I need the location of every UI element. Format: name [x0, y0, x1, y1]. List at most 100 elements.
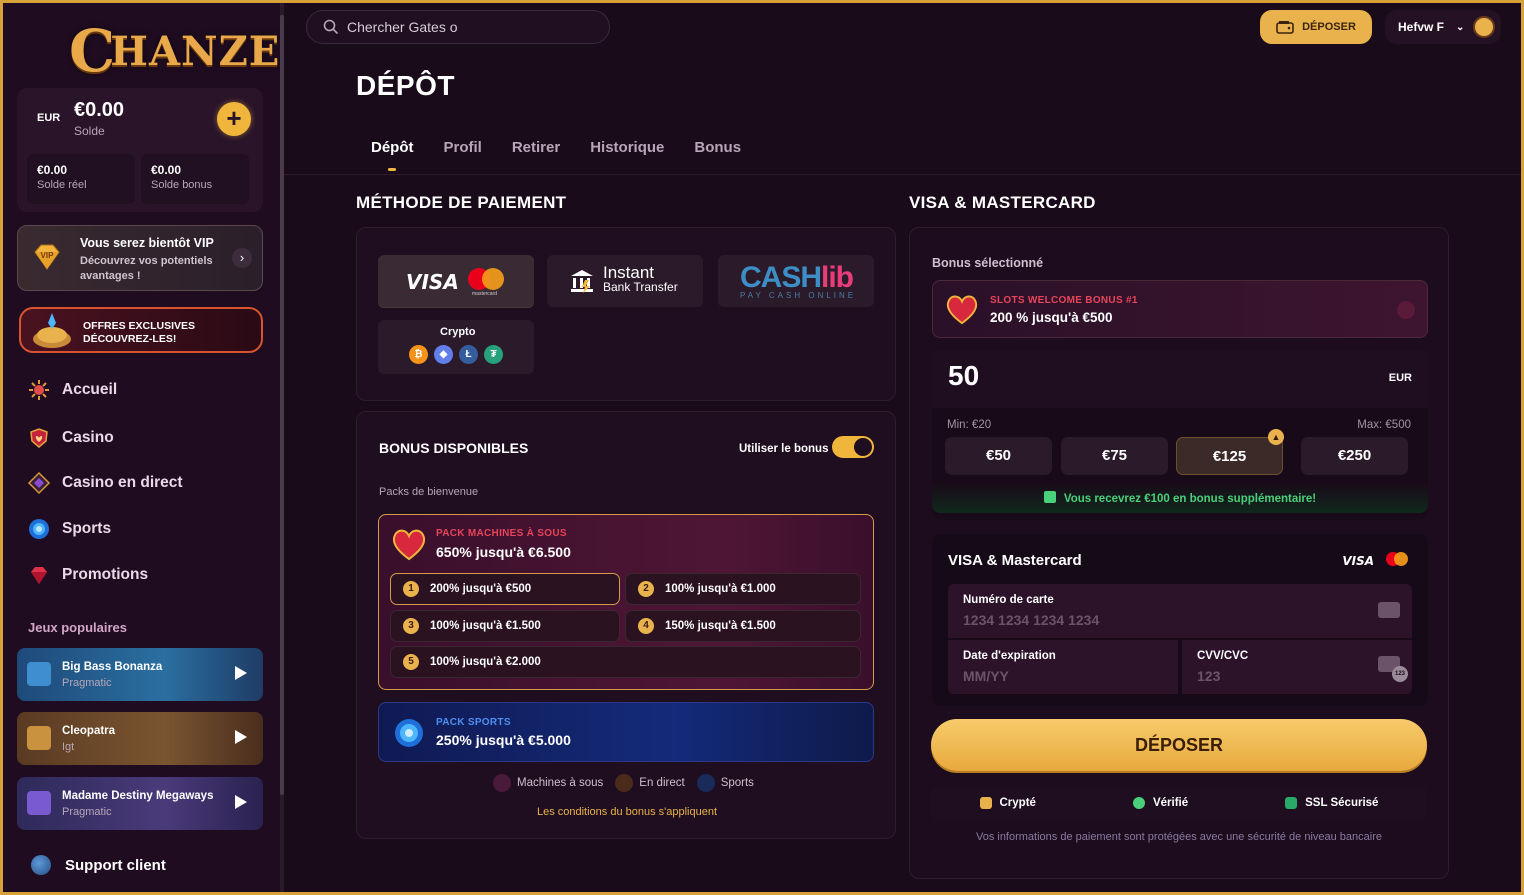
real-balance: €0.00 Solde réel — [27, 154, 135, 204]
game-card-madame-destiny-megaways[interactable]: Madame Destiny Megaways Pragmatic — [17, 777, 263, 830]
mastercard-icon — [468, 268, 504, 290]
play-icon[interactable] — [235, 795, 247, 809]
vip-banner[interactable]: VIP Vous serez bientôt VIP Découvrez vos… — [17, 225, 263, 291]
app-window: CHANZE EUR €0.00 Solde + €0.00 Solde rée… — [3, 3, 1521, 892]
tab-bonus[interactable]: Bonus — [679, 139, 756, 171]
heart-icon — [392, 529, 426, 561]
expiry-field[interactable]: Date d'expiration MM/YY — [948, 640, 1178, 694]
instant-bank-transfer-method[interactable]: Instant Bank Transfer — [547, 255, 703, 307]
sports-pack[interactable]: PACK SPORTS 250% jusqu'à €5.000 — [378, 702, 874, 762]
home-icon — [29, 380, 49, 400]
bonus-tier-1[interactable]: 1 200% jusqu'à €500 — [390, 573, 620, 605]
sidebar-item-accueil[interactable]: Accueil — [27, 376, 117, 404]
brand-logo[interactable]: CHANZE — [69, 11, 280, 85]
bonus-extra-banner: Vous recevrez €100 en bonus supplémentai… — [932, 483, 1428, 513]
tab-historique[interactable]: Historique — [575, 139, 679, 171]
sidebar-item-sports[interactable]: Sports — [27, 515, 111, 543]
mastercard-text: mastercard — [472, 291, 498, 297]
popular-games-heading: Jeux populaires — [28, 620, 127, 635]
game-title: Big Bass Bonanza — [62, 661, 163, 673]
exclusive-offers-banner[interactable]: OFFRES EXCLUSIVES DÉCOUVREZ-LES! — [19, 307, 263, 353]
offers-line-1: OFFRES EXCLUSIVES — [83, 320, 196, 332]
support-link[interactable]: Support client — [31, 855, 166, 875]
wallet-currency: EUR — [37, 112, 61, 124]
bonus-terms-link[interactable]: Les conditions du bonus s'appliquent — [357, 806, 897, 818]
card-number-field[interactable]: Numéro de carte 1234 1234 1234 1234 — [948, 584, 1412, 638]
sidebar-item-casino-en-direct[interactable]: Casino en direct — [27, 469, 183, 497]
game-card-cleopatra[interactable]: Cleopatra Igt — [17, 712, 263, 765]
card-number-label: Numéro de carte — [963, 594, 1054, 606]
wallet-icon — [1276, 21, 1294, 34]
bonus-tier-2[interactable]: 2 100% jusqu'à €1.000 — [625, 573, 861, 605]
chevron-right-icon[interactable]: › — [232, 248, 252, 268]
real-balance-value: €0.00 — [37, 163, 68, 177]
add-funds-button[interactable]: + — [217, 102, 251, 136]
visa-mastercard-method[interactable]: VISA mastercard — [378, 255, 534, 307]
sidebar: CHANZE EUR €0.00 Solde + €0.00 Solde rée… — [3, 3, 280, 892]
expiry-input[interactable]: MM/YY — [963, 668, 1009, 684]
wallet-card: EUR €0.00 Solde + €0.00 Solde réel €0.00… — [17, 88, 263, 212]
quick-amount-125[interactable]: €125 — [1176, 437, 1283, 475]
quick-amount-75[interactable]: €75 — [1061, 437, 1168, 475]
tab-retirer[interactable]: Retirer — [497, 139, 575, 171]
vip-badge-text: VIP — [41, 251, 55, 260]
vip-diamond-icon: VIP — [34, 244, 60, 270]
sidebar-item-label: Promotions — [62, 566, 149, 583]
game-thumbnail — [27, 791, 51, 815]
amount-input-row[interactable]: 50 EUR — [932, 350, 1428, 408]
use-bonus-toggle[interactable] — [832, 436, 874, 458]
quick-amount-250[interactable]: €250 — [1301, 437, 1408, 475]
bonus-tier-3[interactable]: 3 100% jusqu'à €1.500 — [390, 610, 620, 642]
card-panel-heading: VISA & MASTERCARD — [909, 193, 1096, 212]
cvv-input[interactable]: 123 — [1197, 668, 1220, 684]
avatar[interactable] — [1473, 16, 1495, 38]
header-deposit-button[interactable]: DÉPOSER — [1260, 10, 1372, 44]
card-number-input[interactable]: 1234 1234 1234 1234 — [963, 612, 1099, 628]
filter-sports[interactable]: Sports — [696, 774, 754, 792]
filter-live[interactable]: En direct — [615, 774, 685, 792]
bonus-tier-5[interactable]: 5 100% jusqu'à €2.000 — [390, 646, 861, 678]
bonus-balance: €0.00 Solde bonus — [141, 154, 249, 204]
search-input[interactable]: Chercher Gates o — [347, 19, 458, 35]
game-card-big-bass-bonanza[interactable]: Big Bass Bonanza Pragmatic — [17, 648, 263, 701]
vip-subtitle: Découvrez vos potentiels avantages ! — [80, 255, 213, 282]
play-icon[interactable] — [235, 730, 247, 744]
cvv-field[interactable]: CVV/CVC 123 123 — [1182, 640, 1412, 694]
amount-input[interactable]: 50 — [948, 360, 979, 392]
crypto-method[interactable]: Crypto ₿ ◆ Ł ₮ — [378, 320, 534, 374]
user-menu[interactable]: Hefvw F ⌄ — [1385, 10, 1501, 44]
promotions-icon — [31, 567, 47, 584]
sidebar-item-casino[interactable]: Casino — [27, 424, 114, 452]
trust-verified: Vérifié — [1132, 797, 1188, 809]
sports-ball-icon — [395, 719, 423, 747]
slots-icon — [493, 774, 511, 792]
live-casino-icon — [27, 471, 51, 495]
instant-subtitle: Bank Transfer — [603, 280, 678, 294]
selected-bonus-card[interactable]: SLOTS WELCOME BONUS #1 200 % jusqu'à €50… — [932, 280, 1428, 338]
bonus-balance-value: €0.00 — [151, 163, 182, 177]
tab-profil[interactable]: Profil — [429, 139, 497, 171]
search-bar[interactable]: Chercher Gates o — [306, 10, 610, 44]
game-title: Madame Destiny Megaways — [62, 790, 214, 802]
welcome-packs-label: Packs de bienvenue — [379, 486, 479, 498]
treasure-icon — [33, 313, 71, 348]
selected-bonus-title: 200 % jusqu'à €500 — [990, 310, 1113, 325]
gift-icon — [1043, 491, 1056, 503]
trust-badges: Crypté Vérifié SSL Sécurisé — [931, 787, 1427, 819]
quick-amount-50[interactable]: €50 — [945, 437, 1052, 475]
deposit-submit-button[interactable]: DÉPOSER — [931, 719, 1427, 771]
sidebar-item-promotions[interactable]: Promotions — [27, 561, 148, 589]
payment-method-heading: MÉTHODE DE PAIEMENT — [356, 193, 567, 212]
wallet-balance-label: Solde — [74, 124, 105, 138]
bonus-tier-4[interactable]: 4 150% jusqu'à €1.500 — [625, 610, 861, 642]
play-icon[interactable] — [235, 666, 247, 680]
game-provider: Pragmatic — [62, 677, 112, 689]
slots-pack[interactable]: PACK MACHINES À SOUS 650% jusqu'à €6.500… — [378, 514, 874, 690]
cashlib-method[interactable]: CASHlib PAY CASH ONLINE — [718, 255, 874, 307]
trust-ssl: SSL Sécurisé — [1285, 797, 1378, 809]
tab-depot[interactable]: Dépôt — [356, 139, 429, 171]
support-label: Support client — [65, 856, 166, 874]
sidebar-scrollbar[interactable] — [280, 3, 284, 892]
card-form-title: VISA & Mastercard — [948, 552, 1082, 569]
filter-slots[interactable]: Machines à sous — [493, 774, 603, 792]
